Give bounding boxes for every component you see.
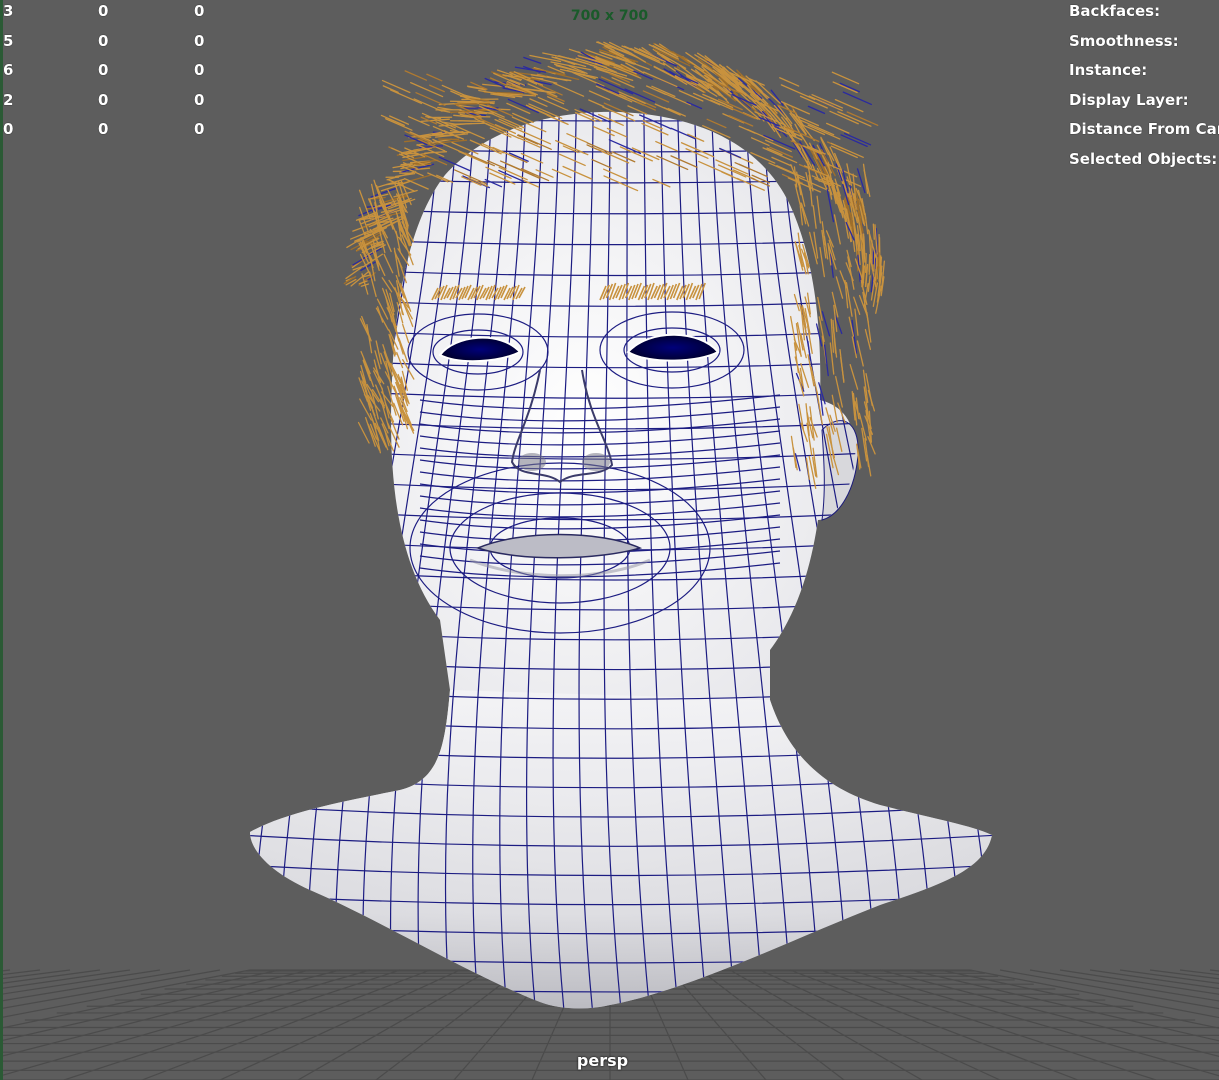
hud-stat-value: 6 — [3, 61, 14, 79]
viewport-left-border — [0, 0, 3, 1080]
hud-info-label: Selected Objects: — [1069, 149, 1218, 168]
hud-info-label: Display Layer: — [1069, 90, 1189, 109]
hud-stat-value: 0 — [194, 120, 205, 138]
head-mesh[interactable] — [240, 41, 1000, 1021]
hud-stat-row: 0 0 0 — [3, 115, 223, 145]
hud-stat-value: 0 — [98, 90, 109, 109]
hud-stat-row: 5 0 0 — [3, 27, 223, 57]
hud-stat-value: 5 — [3, 31, 14, 50]
hud-stat-value: 0 — [3, 120, 14, 138]
camera-name-label: persp — [576, 1051, 629, 1070]
hud-stat-value: 0 — [98, 120, 109, 138]
hud-stat-value: 2 — [3, 90, 14, 109]
hud-stat-value: 0 — [194, 61, 205, 79]
hud-stat-row: 2 0 0 — [3, 86, 223, 116]
perspective-viewport[interactable]: 300500600200000 Backfaces: Smoothness: Ins… — [0, 0, 1219, 1080]
hud-stat-value: 0 — [98, 61, 109, 79]
resolution-gate-label: 700 x 700 — [570, 8, 649, 24]
hud-object-info: Backfaces: Smoothness: Instance: Display La… — [1069, 0, 1219, 174]
hud-stat-value: 0 — [98, 31, 109, 50]
hud-info-label: Distance From Can — [1069, 120, 1219, 138]
hud-info-label: Instance: — [1069, 61, 1148, 79]
scene-canvas[interactable] — [0, 0, 1219, 1080]
hud-info-label: Smoothness: — [1069, 31, 1179, 50]
hud-stat-row: 6 0 0 — [3, 56, 223, 86]
hud-stat-value: 0 — [194, 90, 205, 109]
hud-stat-value: 0 — [194, 31, 205, 50]
